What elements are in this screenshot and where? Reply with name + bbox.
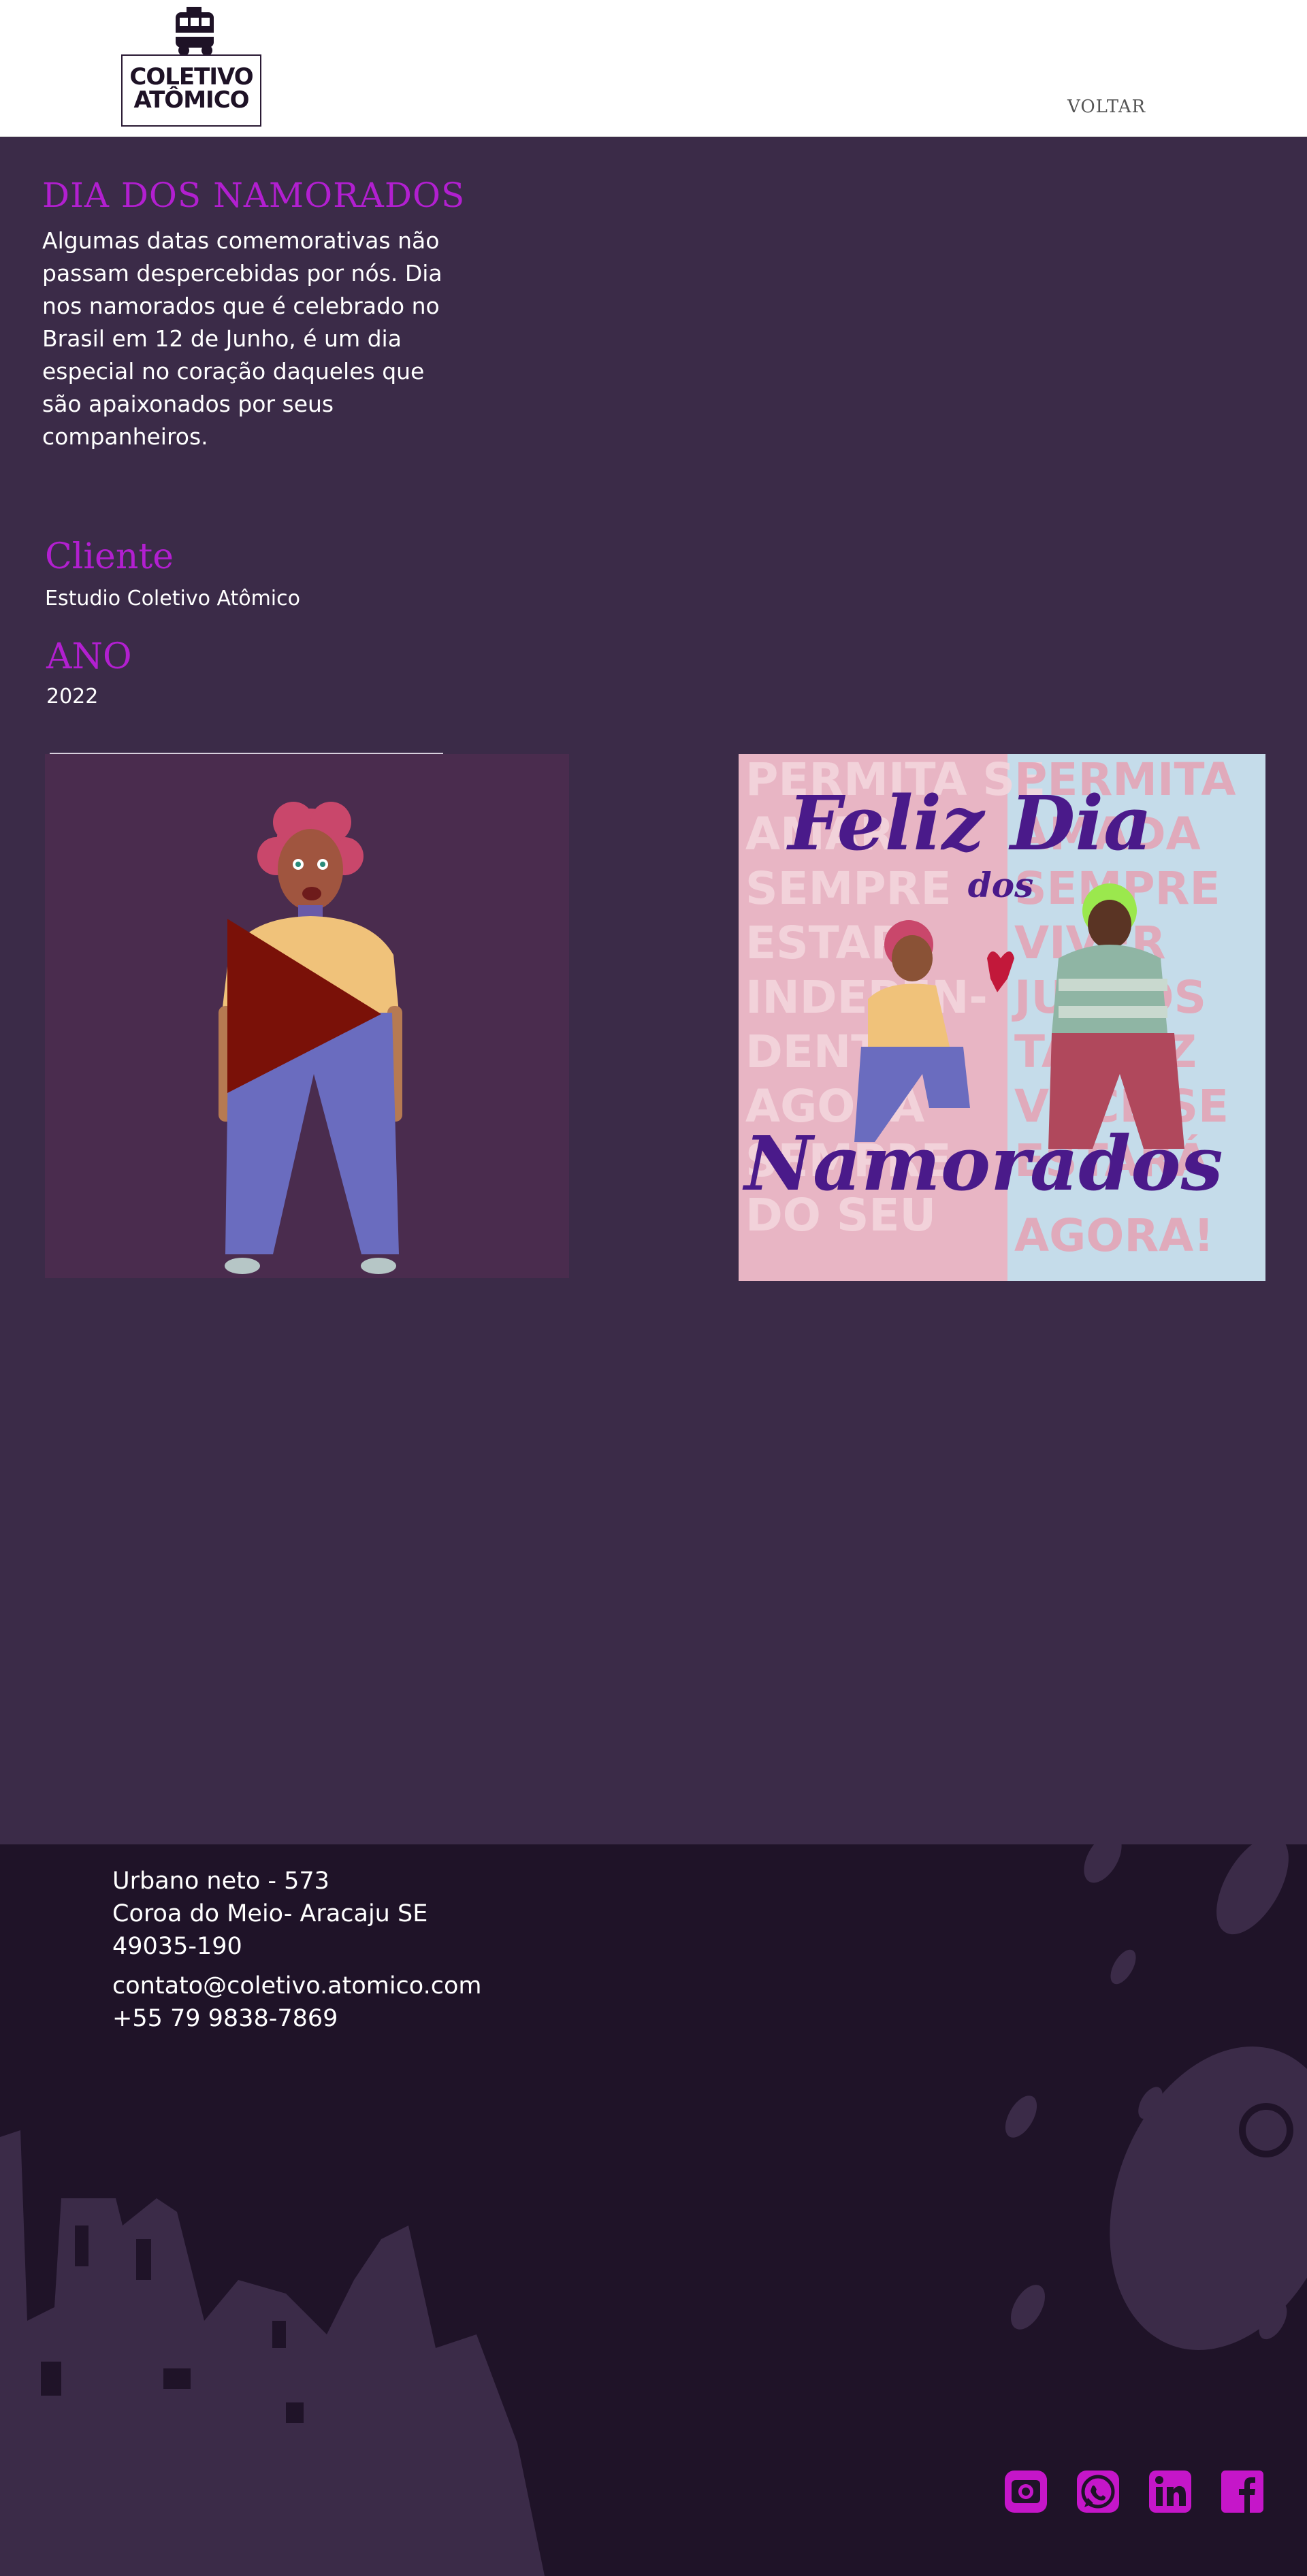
client-label: Cliente (45, 536, 174, 577)
address-line-3: 49035-190 (112, 1933, 242, 1960)
poster-illustration: PERMITA SEAMARSEMPRE ESTARINDEPEN-DENTE … (739, 754, 1265, 1281)
whatsapp-icon[interactable] (1074, 2468, 1122, 2515)
site-header: COLETIVO ATÔMICO VOLTAR (0, 0, 1307, 137)
logo-line-2: ATÔMICO (133, 86, 249, 114)
facebook-icon[interactable] (1219, 2468, 1266, 2515)
logo-line-1: COLETIVO (129, 63, 253, 91)
address-line-1: Urbano neto - 573 (112, 1868, 329, 1895)
year-label: ANO (46, 636, 132, 677)
linkedin-icon[interactable] (1146, 2468, 1194, 2515)
contact-email[interactable]: contato@coletivo.atomico.com (112, 1970, 481, 2002)
project-title: DIA DOS NAMORADOS (42, 176, 466, 215)
video-character-illustration (219, 802, 402, 1274)
project-description: Algumas datas comemorativas não passam d… (42, 227, 442, 450)
project-poster-image: PERMITA SE AMAR SEMPRE ESTAR INDEPEN- DENTE … (739, 754, 1265, 1281)
logo-text: COLETIVO ATÔMICO (124, 65, 259, 112)
year-value: 2022 (46, 685, 99, 708)
svg-text:SEMPRE: SEMPRE (745, 862, 952, 915)
instagram-icon[interactable] (1002, 2468, 1050, 2515)
poster-title-line-2: dos (968, 865, 1033, 905)
poster-title-line-3: Namorados (742, 1120, 1223, 1207)
site-logo[interactable]: COLETIVO ATÔMICO (121, 7, 261, 127)
bus-logo-icon (173, 7, 216, 56)
client-value: Estudio Coletivo Atômico (45, 587, 300, 610)
back-link[interactable]: VOLTAR (1067, 97, 1146, 117)
svg-text:AGORA!: AGORA! (1014, 1209, 1214, 1262)
svg-text:INDEPEN-: INDEPEN- (745, 971, 988, 1024)
address-line-2: Coroa do Meio- Aracaju SE (112, 1900, 428, 1927)
poster-title-line-1: Feliz Dia (786, 779, 1152, 867)
svg-text:ESTAR: ESTAR (745, 917, 905, 969)
site-footer: Urbano neto - 573 Coroa do Meio- Aracaju… (0, 1844, 1307, 2576)
project-video[interactable] (45, 754, 569, 1278)
contact-phone[interactable]: +55 79 9838-7869 (112, 2002, 338, 2035)
